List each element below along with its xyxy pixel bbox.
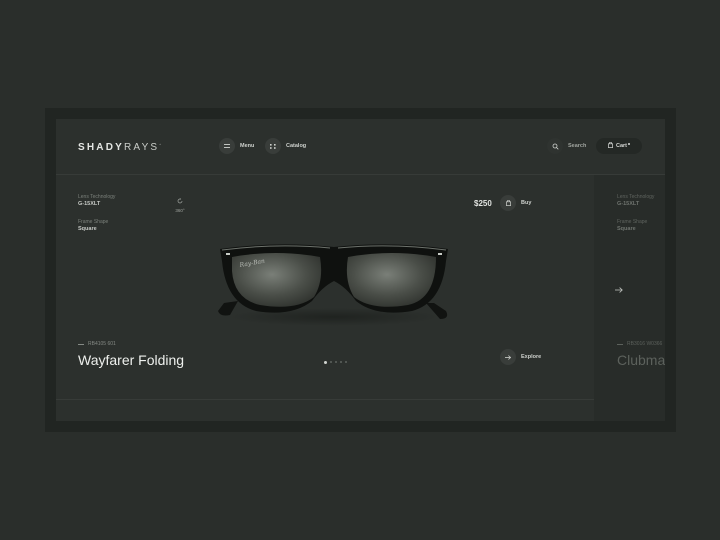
catalog-label: Catalog [286,143,307,149]
next-spec-value-lens: G-15XLT [617,201,640,207]
arrow-right-icon [500,349,516,365]
spec-value-lens: G-15XLT [78,201,101,207]
cart-indicator [628,142,631,145]
brand-logo-dot: ◦ [159,142,164,148]
menu-button[interactable]: Menu [219,138,254,154]
next-spec-value-frame: Square [617,226,636,232]
catalog-button[interactable]: Catalog [265,138,306,154]
next-product-panel[interactable] [594,175,665,421]
next-product-model: RB3016 W0366 [617,341,662,347]
rotate-icon [177,198,183,205]
next-arrow-icon[interactable] [615,280,623,298]
product-price: $250 [474,199,492,208]
carousel-dot-3[interactable] [335,361,337,363]
carousel-indicator [324,360,347,364]
explore-label: Explore [521,354,542,360]
menu-label: Menu [240,143,255,149]
footer-divider [56,399,594,400]
brand-logo[interactable]: SHADYRAYS◦ [78,142,163,153]
search-icon [547,138,563,154]
next-spec-label-lens: Lens Technology [617,194,655,200]
bag-icon [608,141,613,150]
carousel-dot-2[interactable] [330,361,332,363]
explore-button[interactable]: Explore [500,349,541,365]
buy-button[interactable]: Buy [500,195,531,211]
next-product-title: Clubmaster [617,352,665,368]
carousel-dot-5[interactable] [345,361,347,363]
grid-icon [265,138,281,154]
menu-icon [219,138,235,154]
product-model-code: RB4105 601 [88,341,116,347]
brand-logo-light: RAYS [124,142,160,153]
spec-value-frame: Square [78,226,97,232]
spec-label-frame: Frame Shape [78,219,109,225]
model-dash [78,343,84,345]
next-product-model-code: RB3016 W0366 [627,341,663,347]
product-model: RB4105 601 [78,341,116,347]
next-spec-label-frame: Frame Shape [617,219,648,225]
rotate-360-button[interactable]: 360° [173,198,187,213]
carousel-dot-4[interactable] [340,361,342,363]
search-label: Search [568,143,587,149]
sunglasses-image: Ray-Ban [218,244,448,326]
spec-label-lens: Lens Technology [78,194,116,200]
product-title: Wayfarer Folding [78,352,185,368]
carousel-dot-1[interactable] [324,360,327,364]
cart-button[interactable]: Cart [596,138,642,154]
search-button[interactable]: Search [547,138,586,154]
next-model-dash [617,343,623,345]
cart-label: Cart [616,143,628,149]
header-divider [56,174,665,175]
buy-label: Buy [521,200,532,206]
bag-icon [500,195,516,211]
rotate-360-label: 360° [175,208,185,213]
brand-logo-bold: SHADY [78,142,125,153]
app-screen: SHADYRAYS◦ Menu Catalog Search Cart Lens… [56,119,665,421]
